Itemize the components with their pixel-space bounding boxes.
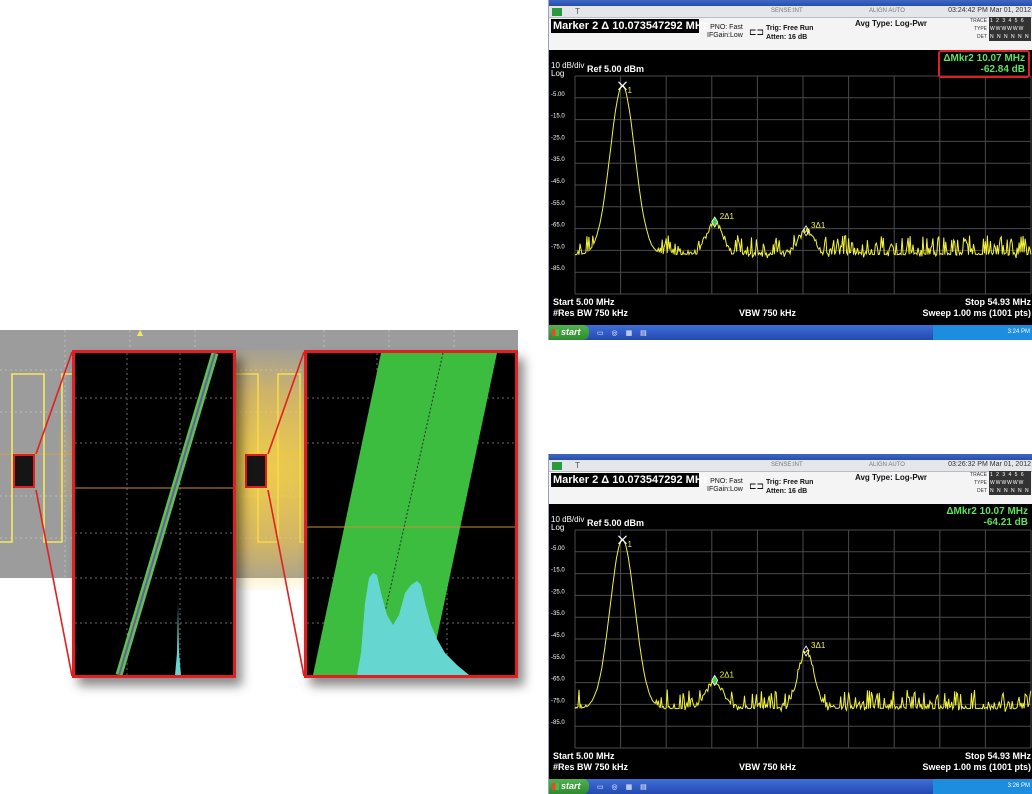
- vbw: VBW 750 kHz: [739, 308, 797, 318]
- marker-label: 1: [627, 540, 632, 549]
- zoom-left-plot: [75, 353, 233, 675]
- y-tick-label: -65.0: [551, 677, 565, 683]
- delta-marker-value: -64.21 dB: [983, 517, 1028, 528]
- quick-launch-icons[interactable]: ▭ ◎ ▦ ▤: [597, 783, 650, 791]
- y-tick-label: -25.0: [551, 135, 565, 141]
- oscilloscope-composite: ▲: [0, 330, 518, 678]
- ref-level: Ref 5.00 dBm: [587, 64, 645, 74]
- vbw: VBW 750 kHz: [739, 762, 797, 772]
- y-tick-label: -35.0: [551, 611, 565, 617]
- marker-label: 3Δ1: [811, 221, 826, 230]
- windows-flag-icon: [552, 783, 559, 790]
- sweep-time: Sweep 1.00 ms (1001 pts): [922, 308, 1031, 318]
- start-label: start: [561, 327, 581, 337]
- y-tick-label: -25.0: [551, 589, 565, 595]
- start-button[interactable]: start: [549, 779, 589, 794]
- stop-freq: Stop 54.93 MHz: [964, 751, 1031, 761]
- delta-marker-readout: ΔMkr2 10.07 MHz -62.84 dB: [938, 50, 1030, 78]
- zoom-panel-right: [304, 350, 518, 678]
- y-tick-label: -55.0: [551, 655, 565, 661]
- y-tick-label: -5.00: [551, 546, 565, 552]
- tray-clock: 3:24 PM: [1007, 329, 1030, 335]
- zoom-source-box-right: [245, 454, 267, 488]
- footer-row-1: Start 5.00 MHz Stop 54.93 MHz: [553, 751, 1031, 761]
- y-tick-label: -85.0: [551, 266, 565, 272]
- taskbar: start ▭ ◎ ▦ ▤ 3:24 PM: [549, 325, 1032, 340]
- spectrum-analyzer-window-1: T SENSE:INT ALIGN AUTO 03:24:42 PM Mar 0…: [548, 0, 1032, 340]
- ref-level: Ref 5.00 dBm: [587, 518, 645, 528]
- zoom-right-plot: [307, 353, 515, 675]
- footer-row-2: #Res BW 750 kHz VBW 750 kHz Sweep 1.00 m…: [553, 762, 1031, 772]
- delta-marker-freq: ΔMkr2 10.07 MHz: [946, 506, 1028, 517]
- y-tick-label: -45.0: [551, 179, 565, 185]
- marker-1-cross: [618, 535, 627, 545]
- scale-label: 10 dB/div Log: [551, 516, 584, 532]
- spectrum-analyzer-window-2: T SENSE:INT ALIGN AUTO 03:26:32 PM Mar 0…: [548, 454, 1032, 794]
- y-tick-label: -55.0: [551, 201, 565, 207]
- scale-label: 10 dB/div Log: [551, 62, 584, 78]
- system-tray[interactable]: 3:26 PM: [933, 779, 1032, 794]
- sweep-time: Sweep 1.00 ms (1001 pts): [922, 762, 1031, 772]
- windows-flag-icon: [552, 329, 559, 336]
- res-bw: #Res BW 750 kHz: [553, 762, 629, 772]
- res-bw: #Res BW 750 kHz: [553, 308, 629, 318]
- y-tick-label: -75.0: [551, 698, 565, 704]
- system-tray[interactable]: 3:24 PM: [933, 325, 1032, 340]
- zoom-panel-left: [72, 350, 236, 678]
- y-tick-label: -15.0: [551, 568, 565, 574]
- tray-clock: 3:26 PM: [1007, 783, 1030, 789]
- start-freq: Start 5.00 MHz: [553, 297, 615, 307]
- delta-marker-readout: ΔMkr2 10.07 MHz -64.21 dB: [946, 506, 1028, 528]
- y-tick-label: -5.00: [551, 92, 565, 98]
- zoom-source-box-left: [13, 454, 35, 488]
- marker-1-cross: [618, 81, 627, 91]
- y-tick-label: -45.0: [551, 633, 565, 639]
- start-freq: Start 5.00 MHz: [553, 751, 615, 761]
- jitter-histogram-bimodal: [357, 573, 469, 675]
- y-tick-label: -85.0: [551, 720, 565, 726]
- delta-marker-freq: ΔMkr2 10.07 MHz: [943, 53, 1025, 64]
- quick-launch-icons[interactable]: ▭ ◎ ▦ ▤: [597, 329, 650, 337]
- start-button[interactable]: start: [549, 325, 589, 340]
- spectrum-plot-2: -5.00 -15.0 -25.0 -35.0 -45.0 -55.0 -65.0 -75.0…: [551, 529, 1032, 749]
- scale-mode: Log: [551, 523, 565, 532]
- svg-text:▲: ▲: [137, 330, 144, 337]
- scale-mode: Log: [551, 69, 565, 78]
- y-tick-label: -15.0: [551, 114, 565, 120]
- footer-row-2: #Res BW 750 kHz VBW 750 kHz Sweep 1.00 m…: [553, 308, 1031, 318]
- delta-marker-value: -62.84 dB: [980, 64, 1025, 75]
- marker-label: 1: [627, 86, 632, 95]
- marker-label: 3Δ1: [811, 641, 826, 650]
- marker-diamond: [711, 216, 719, 228]
- taskbar: start ▭ ◎ ▦ ▤ 3:26 PM: [549, 779, 1032, 794]
- stop-freq: Stop 54.93 MHz: [964, 297, 1031, 307]
- start-label: start: [561, 781, 581, 791]
- y-tick-label: -65.0: [551, 223, 565, 229]
- marker-label: 2Δ1: [720, 670, 735, 679]
- footer-row-1: Start 5.00 MHz Stop 54.93 MHz: [553, 297, 1031, 307]
- marker-label: 2Δ1: [720, 212, 735, 221]
- y-tick-label: -75.0: [551, 244, 565, 250]
- y-tick-label: -35.0: [551, 157, 565, 163]
